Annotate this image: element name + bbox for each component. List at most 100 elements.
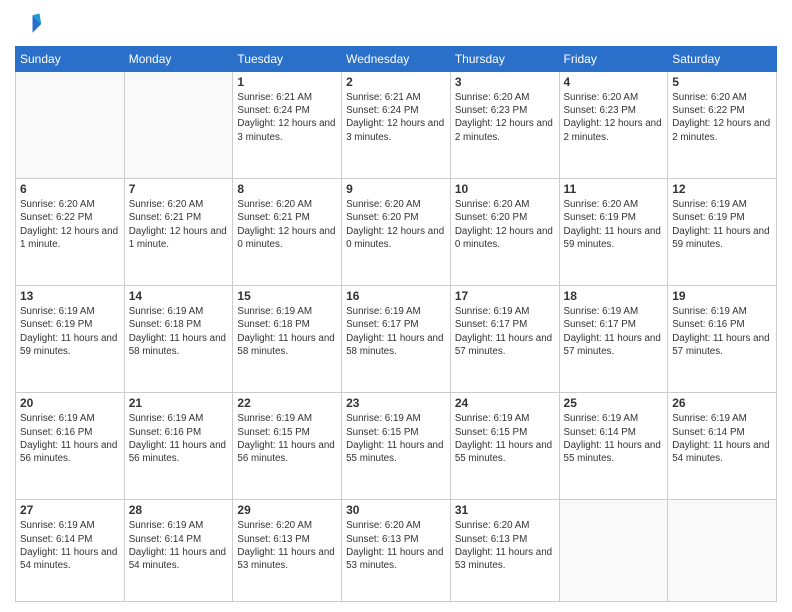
day-number: 28 <box>129 503 229 517</box>
calendar-cell: 29 Sunrise: 6:20 AM Sunset: 6:13 PM Dayli… <box>233 500 342 602</box>
day-info: Sunrise: 6:19 AM Sunset: 6:18 PM Dayligh… <box>237 305 337 358</box>
day-number: 6 <box>20 182 120 196</box>
calendar-cell: 15 Sunrise: 6:19 AM Sunset: 6:18 PM Dayli… <box>233 286 342 393</box>
calendar-cell: 8 Sunrise: 6:20 AM Sunset: 6:21 PM Daylig… <box>233 179 342 286</box>
day-info: Sunrise: 6:19 AM Sunset: 6:17 PM Dayligh… <box>564 305 664 358</box>
day-info: Sunrise: 6:20 AM Sunset: 6:21 PM Dayligh… <box>237 198 337 251</box>
day-info: Sunrise: 6:19 AM Sunset: 6:17 PM Dayligh… <box>346 305 446 358</box>
calendar-cell <box>559 500 668 602</box>
day-number: 12 <box>672 182 772 196</box>
day-info: Sunrise: 6:19 AM Sunset: 6:18 PM Dayligh… <box>129 305 229 358</box>
day-number: 1 <box>237 75 337 89</box>
day-info: Sunrise: 6:19 AM Sunset: 6:14 PM Dayligh… <box>672 412 772 465</box>
day-number: 29 <box>237 503 337 517</box>
day-number: 17 <box>455 289 555 303</box>
day-number: 11 <box>564 182 664 196</box>
day-info: Sunrise: 6:19 AM Sunset: 6:19 PM Dayligh… <box>20 305 120 358</box>
calendar-cell: 24 Sunrise: 6:19 AM Sunset: 6:15 PM Dayli… <box>450 393 559 500</box>
calendar-week-row: 13Sunrise: 6:19 AM Sunset: 6:19 PM Dayli… <box>16 286 777 393</box>
calendar-cell: 21 Sunrise: 6:19 AM Sunset: 6:16 PM Dayli… <box>124 393 233 500</box>
day-number: 3 <box>455 75 555 89</box>
day-info: Sunrise: 6:20 AM Sunset: 6:20 PM Dayligh… <box>455 198 555 251</box>
weekday-header-monday: Monday <box>124 47 233 72</box>
calendar-cell: 7 Sunrise: 6:20 AM Sunset: 6:21 PM Daylig… <box>124 179 233 286</box>
day-info: Sunrise: 6:20 AM Sunset: 6:19 PM Dayligh… <box>564 198 664 251</box>
day-info: Sunrise: 6:19 AM Sunset: 6:15 PM Dayligh… <box>346 412 446 465</box>
day-number: 19 <box>672 289 772 303</box>
logo <box>15 10 47 38</box>
calendar-cell: 3 Sunrise: 6:20 AM Sunset: 6:23 PM Daylig… <box>450 72 559 179</box>
calendar-cell: 22 Sunrise: 6:19 AM Sunset: 6:15 PM Dayli… <box>233 393 342 500</box>
day-info: Sunrise: 6:20 AM Sunset: 6:21 PM Dayligh… <box>129 198 229 251</box>
day-info: Sunrise: 6:19 AM Sunset: 6:16 PM Dayligh… <box>129 412 229 465</box>
day-info: Sunrise: 6:21 AM Sunset: 6:24 PM Dayligh… <box>237 91 337 144</box>
calendar-cell: 26Sunrise: 6:19 AM Sunset: 6:14 PM Dayli… <box>668 393 777 500</box>
calendar-cell: 20Sunrise: 6:19 AM Sunset: 6:16 PM Dayli… <box>16 393 125 500</box>
calendar-cell: 19Sunrise: 6:19 AM Sunset: 6:16 PM Dayli… <box>668 286 777 393</box>
day-info: Sunrise: 6:20 AM Sunset: 6:13 PM Dayligh… <box>455 519 555 572</box>
calendar-cell <box>668 500 777 602</box>
logo-icon <box>15 10 43 38</box>
day-number: 14 <box>129 289 229 303</box>
day-info: Sunrise: 6:19 AM Sunset: 6:14 PM Dayligh… <box>564 412 664 465</box>
calendar-cell: 4 Sunrise: 6:20 AM Sunset: 6:23 PM Daylig… <box>559 72 668 179</box>
day-number: 18 <box>564 289 664 303</box>
weekday-header-friday: Friday <box>559 47 668 72</box>
day-info: Sunrise: 6:20 AM Sunset: 6:13 PM Dayligh… <box>346 519 446 572</box>
weekday-header-tuesday: Tuesday <box>233 47 342 72</box>
day-info: Sunrise: 6:20 AM Sunset: 6:22 PM Dayligh… <box>20 198 120 251</box>
calendar-cell: 1 Sunrise: 6:21 AM Sunset: 6:24 PM Daylig… <box>233 72 342 179</box>
day-number: 2 <box>346 75 446 89</box>
day-info: Sunrise: 6:19 AM Sunset: 6:15 PM Dayligh… <box>237 412 337 465</box>
weekday-header-wednesday: Wednesday <box>342 47 451 72</box>
calendar-cell: 18 Sunrise: 6:19 AM Sunset: 6:17 PM Dayli… <box>559 286 668 393</box>
calendar-cell: 11 Sunrise: 6:20 AM Sunset: 6:19 PM Dayli… <box>559 179 668 286</box>
calendar-cell: 30Sunrise: 6:20 AM Sunset: 6:13 PM Dayli… <box>342 500 451 602</box>
day-number: 16 <box>346 289 446 303</box>
day-info: Sunrise: 6:20 AM Sunset: 6:22 PM Dayligh… <box>672 91 772 144</box>
day-number: 7 <box>129 182 229 196</box>
day-number: 20 <box>20 396 120 410</box>
calendar-cell: 5 Sunrise: 6:20 AM Sunset: 6:22 PM Daylig… <box>668 72 777 179</box>
calendar-table: SundayMondayTuesdayWednesdayThursdayFrid… <box>15 46 777 602</box>
day-info: Sunrise: 6:19 AM Sunset: 6:14 PM Dayligh… <box>20 519 120 572</box>
calendar-cell: 13Sunrise: 6:19 AM Sunset: 6:19 PM Dayli… <box>16 286 125 393</box>
weekday-header-sunday: Sunday <box>16 47 125 72</box>
calendar-cell: 16 Sunrise: 6:19 AM Sunset: 6:17 PM Dayli… <box>342 286 451 393</box>
calendar-cell: 31Sunrise: 6:20 AM Sunset: 6:13 PM Dayli… <box>450 500 559 602</box>
calendar-cell: 17 Sunrise: 6:19 AM Sunset: 6:17 PM Dayli… <box>450 286 559 393</box>
day-info: Sunrise: 6:21 AM Sunset: 6:24 PM Dayligh… <box>346 91 446 144</box>
day-number: 5 <box>672 75 772 89</box>
day-number: 23 <box>346 396 446 410</box>
day-info: Sunrise: 6:19 AM Sunset: 6:17 PM Dayligh… <box>455 305 555 358</box>
day-number: 9 <box>346 182 446 196</box>
calendar-cell: 6 Sunrise: 6:20 AM Sunset: 6:22 PM Daylig… <box>16 179 125 286</box>
day-info: Sunrise: 6:20 AM Sunset: 6:13 PM Dayligh… <box>237 519 337 572</box>
calendar-week-row: 27Sunrise: 6:19 AM Sunset: 6:14 PM Dayli… <box>16 500 777 602</box>
day-info: Sunrise: 6:20 AM Sunset: 6:20 PM Dayligh… <box>346 198 446 251</box>
day-number: 4 <box>564 75 664 89</box>
weekday-header-saturday: Saturday <box>668 47 777 72</box>
weekday-header-thursday: Thursday <box>450 47 559 72</box>
day-info: Sunrise: 6:20 AM Sunset: 6:23 PM Dayligh… <box>455 91 555 144</box>
day-info: Sunrise: 6:19 AM Sunset: 6:14 PM Dayligh… <box>129 519 229 572</box>
calendar-week-row: 6 Sunrise: 6:20 AM Sunset: 6:22 PM Daylig… <box>16 179 777 286</box>
day-number: 21 <box>129 396 229 410</box>
day-info: Sunrise: 6:19 AM Sunset: 6:15 PM Dayligh… <box>455 412 555 465</box>
day-number: 25 <box>564 396 664 410</box>
calendar-cell: 14 Sunrise: 6:19 AM Sunset: 6:18 PM Dayli… <box>124 286 233 393</box>
day-number: 8 <box>237 182 337 196</box>
day-number: 15 <box>237 289 337 303</box>
calendar-cell: 9 Sunrise: 6:20 AM Sunset: 6:20 PM Daylig… <box>342 179 451 286</box>
calendar-cell: 27Sunrise: 6:19 AM Sunset: 6:14 PM Dayli… <box>16 500 125 602</box>
day-info: Sunrise: 6:20 AM Sunset: 6:23 PM Dayligh… <box>564 91 664 144</box>
calendar-week-row: 20 Sunrise: 6:19 AM Sunset: 6:16 PM Dayli… <box>16 393 777 500</box>
calendar-cell <box>16 72 125 179</box>
calendar-cell: 25 Sunrise: 6:19 AM Sunset: 6:14 PM Dayli… <box>559 393 668 500</box>
day-number: 24 <box>455 396 555 410</box>
day-info: Sunrise: 6:19 AM Sunset: 6:19 PM Dayligh… <box>672 198 772 251</box>
calendar-cell: 12 Sunrise: 6:19 AM Sunset: 6:19 PM Dayli… <box>668 179 777 286</box>
day-number: 22 <box>237 396 337 410</box>
calendar-cell: 2 Sunrise: 6:21 AM Sunset: 6:24 PM Daylig… <box>342 72 451 179</box>
calendar-cell: 28 Sunrise: 6:19 AM Sunset: 6:14 PM Dayli… <box>124 500 233 602</box>
